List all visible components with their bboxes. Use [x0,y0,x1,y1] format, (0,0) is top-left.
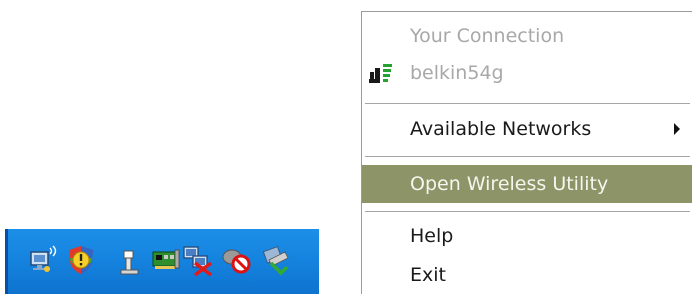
network-card-icon[interactable] [149,243,183,277]
system-tray [5,229,319,294]
menu-item-open-wireless-utility[interactable]: Open Wireless Utility [362,165,692,203]
your-connection-label: Your Connection [410,25,565,47]
menu-separator [365,103,690,105]
help-label: Help [410,225,454,247]
network-name-label: belkin54g [410,62,504,84]
menu-separator [365,211,690,213]
network-signal-icon[interactable] [28,243,62,277]
menu-item-exit[interactable]: Exit [362,256,692,294]
no-connection-icon[interactable] [219,243,253,277]
menu-item-your-connection: Your Connection [362,17,692,55]
signal-strength-icon [369,64,392,83]
usb-device-icon[interactable] [115,243,149,277]
exit-label: Exit [410,264,446,286]
menu-separator [365,156,690,158]
safely-remove-hardware-icon[interactable] [259,243,293,277]
network-disconnected-icon[interactable] [181,243,215,277]
menu-item-available-networks[interactable]: Available Networks [362,110,692,148]
open-wireless-utility-label: Open Wireless Utility [410,173,609,195]
context-menu: Your Connection belkin54g Available Netw… [361,11,692,294]
available-networks-label: Available Networks [410,118,592,140]
security-shield-icon[interactable] [64,243,98,277]
submenu-arrow-icon [674,123,680,135]
menu-item-help[interactable]: Help [362,217,692,255]
menu-item-current-network: belkin54g [362,54,692,92]
